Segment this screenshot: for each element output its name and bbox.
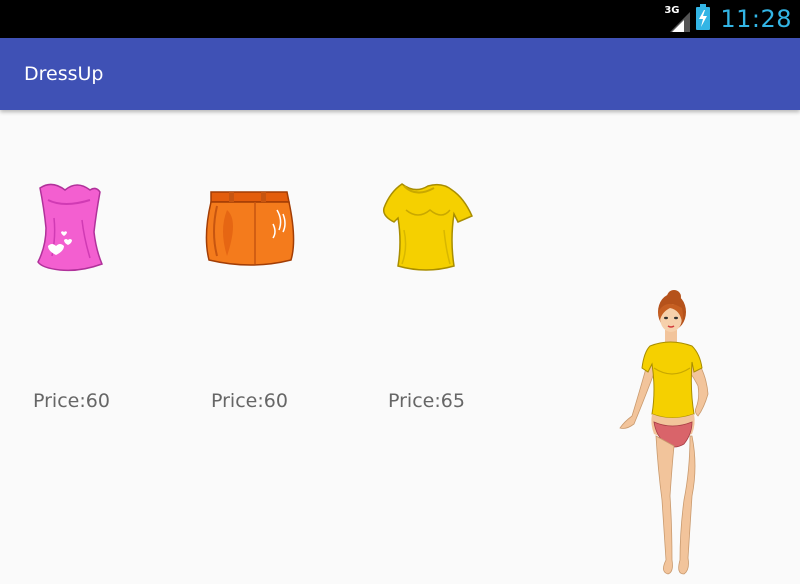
battery-charging-icon — [696, 4, 711, 34]
app-bar: DressUp — [0, 38, 800, 110]
signal-icon: 3G — [664, 5, 691, 32]
status-bar: 3G 11:28 — [0, 0, 800, 38]
main-content: Price:60 Price:60 Price:65 — [0, 110, 800, 575]
item-price: Price:65 — [388, 390, 465, 412]
dress-up-model-figure — [610, 290, 720, 580]
item-price: Price:60 — [33, 390, 110, 412]
status-icons: 3G 11:28 — [664, 4, 792, 34]
pink-top-icon[interactable] — [30, 180, 150, 280]
status-clock: 11:28 — [720, 5, 792, 33]
yellow-tshirt-icon[interactable] — [380, 180, 500, 280]
orange-skirt-icon[interactable] — [205, 180, 325, 280]
item-price: Price:60 — [211, 390, 288, 412]
app-title: DressUp — [24, 63, 104, 85]
network-type-label: 3G — [664, 5, 680, 16]
